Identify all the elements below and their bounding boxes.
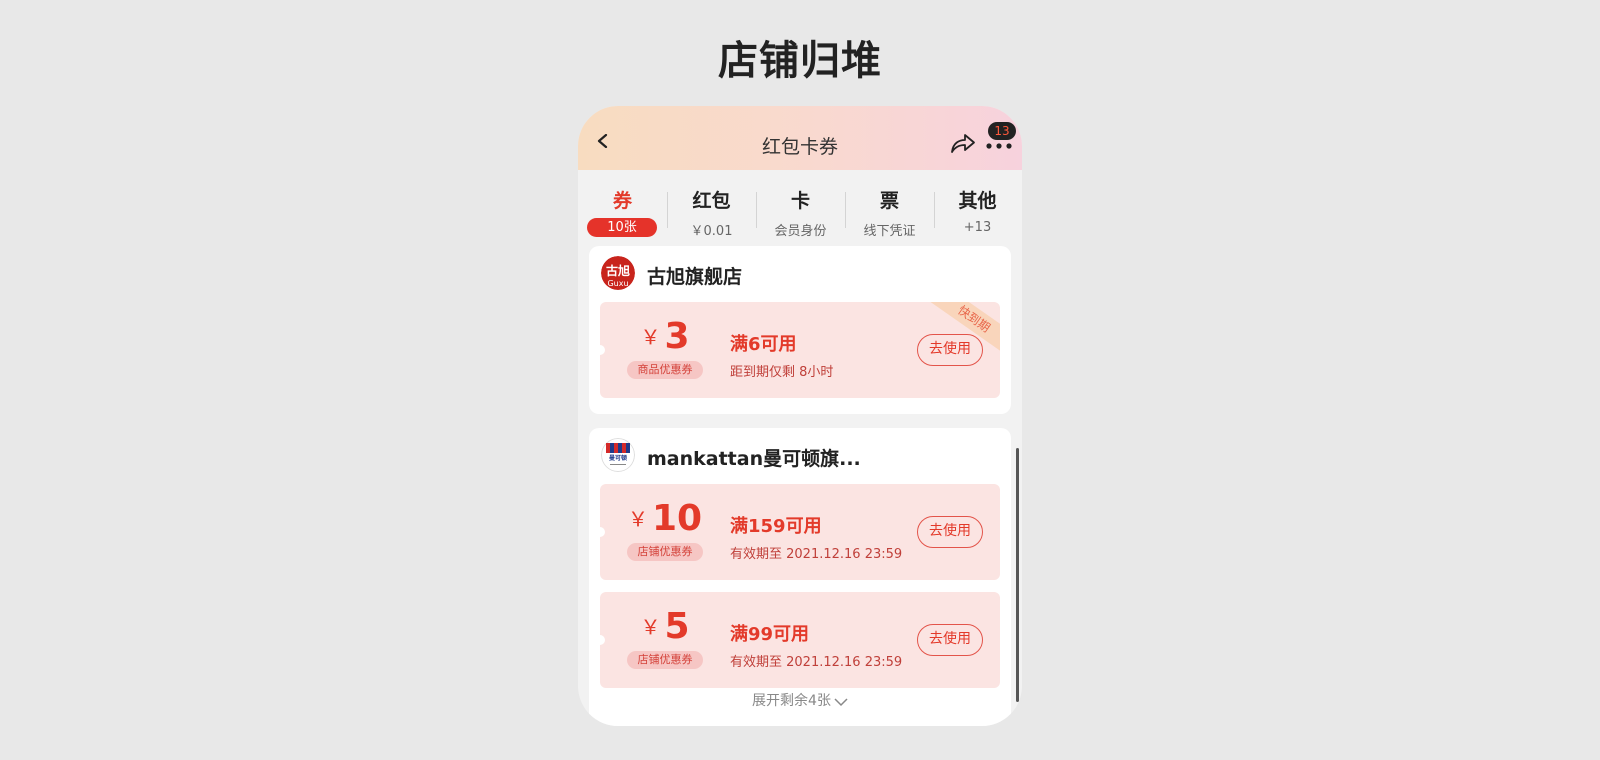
store-header[interactable]: 古旭 Guxu 古旭旗舰店 <box>601 256 991 290</box>
coupon-validity: 距到期仅剩 8小时 <box>730 365 834 380</box>
phone-screen: 红包卡券 13 券 10张 红包 ￥0.01 卡 会员身份 票 线下凭证 其他 … <box>578 106 1022 726</box>
tab-label: 票 <box>879 190 899 212</box>
amount-value: 3 <box>664 316 690 357</box>
category-tabs: 券 10张 红包 ￥0.01 卡 会员身份 票 线下凭证 其他 +13 <box>578 170 1022 244</box>
tab-sub: ￥0.01 <box>690 224 733 239</box>
tab-sub: 线下凭证 <box>863 224 916 239</box>
store-logo-text: 曼可顿 <box>609 454 627 462</box>
store-name: 古旭旗舰店 <box>647 266 743 288</box>
notification-badge: 13 <box>988 122 1016 140</box>
store-card: 古旭 Guxu 古旭旗舰店 ￥ 3 商品优惠券 满6可用 距到期仅剩 8小时 去使… <box>589 246 1011 414</box>
coupon: ￥ 5 店铺优惠券 满99可用 有效期至 2021.12.16 23:59 去使用 <box>600 592 1000 688</box>
coupon-condition: 满159可用 <box>730 516 822 537</box>
coupon-amount: ￥ 5 <box>600 606 730 647</box>
tab-red-packet[interactable]: 红包 ￥0.01 <box>667 170 756 244</box>
coupon-validity: 有效期至 2021.12.16 23:59 <box>730 655 903 670</box>
coupon: ￥ 3 商品优惠券 满6可用 距到期仅剩 8小时 去使用 快到期 <box>600 302 1000 398</box>
coupon-amount: ￥ 3 <box>600 316 730 357</box>
scrollbar[interactable] <box>1016 448 1019 702</box>
use-coupon-button[interactable]: 去使用 <box>917 624 983 656</box>
tab-other[interactable]: 其他 +13 <box>933 170 1022 244</box>
coupon-type-badge: 商品优惠券 <box>627 361 703 379</box>
store-logo-subtext: Guxu <box>607 279 628 288</box>
tab-sub: 会员身份 <box>774 224 827 239</box>
currency-symbol: ￥ <box>627 507 648 531</box>
coupon-condition: 满99可用 <box>730 624 810 645</box>
expand-more-button[interactable]: 展开剩余4张 <box>578 690 1022 710</box>
more-dots-icon[interactable] <box>986 142 1012 150</box>
amount-value: 10 <box>651 498 703 539</box>
tab-card[interactable]: 卡 会员身份 <box>756 170 845 244</box>
currency-symbol: ￥ <box>640 615 661 639</box>
coupon-amount: ￥ 10 <box>600 498 730 539</box>
coupon-validity: 有效期至 2021.12.16 23:59 <box>730 547 903 562</box>
store-logo-icon: 古旭 Guxu <box>601 256 635 290</box>
tab-sub: +13 <box>963 220 992 235</box>
coupon-condition: 满6可用 <box>730 334 797 355</box>
currency-symbol: ￥ <box>640 325 661 349</box>
tab-label: 券 <box>612 190 632 212</box>
tab-coupon[interactable]: 券 10张 <box>578 170 667 244</box>
store-name: mankattan曼可顿旗... <box>647 448 861 470</box>
use-coupon-button[interactable]: 去使用 <box>917 334 983 366</box>
coupon-type-badge: 店铺优惠券 <box>627 651 703 669</box>
page-title: 店铺归堆 <box>718 38 882 84</box>
amount-value: 5 <box>664 606 690 647</box>
store-card: 曼可顿 mankattan曼可顿旗... ￥ 10 店铺优惠券 满159可用 有效… <box>589 428 1011 726</box>
chevron-down-icon <box>834 698 848 707</box>
nav-bar: 红包卡券 13 <box>578 106 1022 170</box>
coupon-type-badge: 店铺优惠券 <box>627 543 703 561</box>
coupon: ￥ 10 店铺优惠券 满159可用 有效期至 2021.12.16 23:59 去… <box>600 484 1000 580</box>
share-icon[interactable] <box>950 132 976 154</box>
use-coupon-button[interactable]: 去使用 <box>917 516 983 548</box>
tab-label: 卡 <box>790 190 810 212</box>
tab-label: 红包 <box>692 190 731 212</box>
store-header[interactable]: 曼可顿 mankattan曼可顿旗... <box>601 438 991 472</box>
expand-label: 展开剩余4张 <box>752 693 831 709</box>
store-logo-text: 古旭 <box>606 263 630 278</box>
tab-label: 其他 <box>958 190 997 212</box>
tab-count-pill: 10张 <box>587 218 657 237</box>
tab-ticket[interactable]: 票 线下凭证 <box>845 170 934 244</box>
store-logo-icon: 曼可顿 <box>601 438 635 472</box>
